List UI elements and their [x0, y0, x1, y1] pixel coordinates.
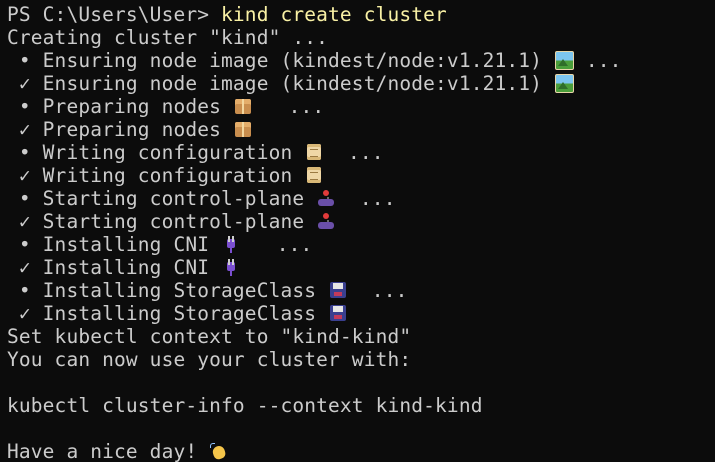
output-line: Have a nice day! — [7, 440, 715, 462]
step-text: • Installing StorageClass — [7, 279, 329, 302]
step-text: ✓ Installing CNI — [7, 256, 222, 279]
output-line: ✓ Starting control-plane — [7, 210, 715, 233]
step-text: ✓ Preparing nodes — [7, 118, 233, 141]
output-text: Set kubectl context to "kind-kind" — [7, 325, 412, 348]
scroll-icon — [304, 142, 324, 162]
package-icon — [233, 119, 253, 139]
output-line: ✓ Preparing nodes — [7, 118, 715, 141]
waving-hand-icon — [209, 441, 229, 461]
plug-icon — [221, 234, 241, 254]
output-line: ✓ Writing configuration — [7, 164, 715, 187]
step-text: ✓ Starting control-plane — [7, 210, 317, 233]
output-text: Creating cluster "kind" ... — [7, 26, 329, 49]
output-text: You can now use your cluster with: — [7, 348, 412, 371]
joystick-icon — [316, 188, 336, 208]
output-line: • Starting control-plane ... — [7, 187, 715, 210]
step-ellipsis: ... — [348, 279, 408, 302]
plug-icon — [221, 257, 241, 277]
step-text: • Installing CNI — [7, 233, 222, 256]
output-line: ✓ Ensuring node image (kindest/node:v1.2… — [7, 72, 715, 95]
output-line: ✓ Installing StorageClass — [7, 302, 715, 325]
package-icon — [233, 96, 253, 116]
step-ellipsis: ... — [252, 95, 325, 118]
output-line: • Installing StorageClass ... — [7, 279, 715, 302]
output-line: • Writing configuration ... — [7, 141, 715, 164]
frame-picture-icon — [554, 73, 574, 93]
command-text: kind create cluster — [221, 3, 447, 26]
output-line: ✓ Installing CNI — [7, 256, 715, 279]
terminal-window[interactable]: PS C:\Users\User> kind create cluster Cr… — [0, 0, 715, 462]
frame-picture-icon — [554, 50, 574, 70]
output-line: • Ensuring node image (kindest/node:v1.2… — [7, 49, 715, 72]
output-line: Creating cluster "kind" ... — [7, 26, 715, 49]
output-line: • Installing CNI ... — [7, 233, 715, 256]
step-ellipsis: ... — [324, 141, 384, 164]
floppy-disk-icon — [328, 280, 348, 300]
joystick-icon — [316, 211, 336, 231]
step-text: • Preparing nodes — [7, 95, 233, 118]
step-text: • Ensuring node image (kindest/node:v1.2… — [7, 49, 554, 72]
scroll-icon — [304, 165, 324, 185]
step-ellipsis: ... — [573, 49, 622, 72]
step-text: ✓ Writing configuration — [7, 164, 305, 187]
suggested-command: kubectl cluster-info --context kind-kind — [7, 394, 483, 417]
floppy-disk-icon — [328, 303, 348, 323]
prompt: PS C:\Users\User> — [7, 3, 222, 26]
prompt-line: PS C:\Users\User> kind create cluster — [7, 3, 715, 26]
step-text: • Starting control-plane — [7, 187, 317, 210]
output-line: You can now use your cluster with: — [7, 348, 715, 371]
output-line: Set kubectl context to "kind-kind" — [7, 325, 715, 348]
step-ellipsis: ... — [336, 187, 396, 210]
step-text: ✓ Ensuring node image (kindest/node:v1.2… — [7, 72, 554, 95]
step-text: ✓ Installing StorageClass — [7, 302, 329, 325]
output-line: • Preparing nodes ... — [7, 95, 715, 118]
farewell-text: Have a nice day! — [7, 440, 210, 462]
step-text: • Writing configuration — [7, 141, 305, 164]
output-line: kubectl cluster-info --context kind-kind — [7, 394, 715, 417]
terminal-output[interactable]: PS C:\Users\User> kind create cluster Cr… — [7, 3, 715, 462]
step-ellipsis: ... — [241, 233, 313, 256]
